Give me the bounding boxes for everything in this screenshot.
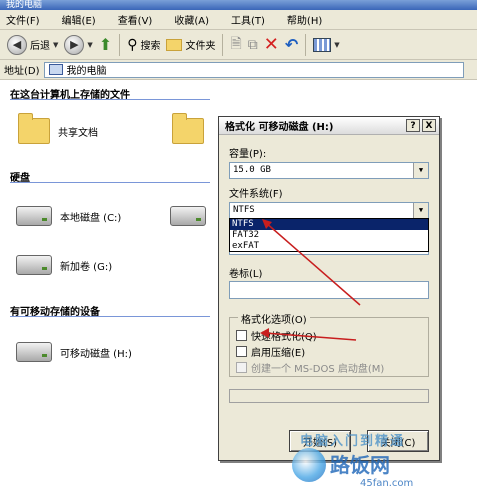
removable-disk-h-item[interactable]: 可移动磁盘 (H:)	[16, 342, 132, 362]
filesystem-dropdown-list: NTFS FAT32 exFAT	[229, 218, 429, 252]
dialog-title: 格式化 可移动磁盘 (H:)	[225, 122, 334, 133]
watermark: 电脑入门到精通 路饭网 45fan.com	[292, 430, 414, 489]
folders-label: 文件夹	[185, 41, 216, 52]
capacity-value: 15.0 GB	[233, 165, 271, 175]
msdos-boot-checkbox: 创建一个 MS-DOS 启动盘(M)	[236, 360, 384, 375]
checkbox-label: 创建一个 MS-DOS 启动盘(M)	[251, 364, 385, 375]
item-label: 共享文档	[58, 127, 98, 139]
chevron-down-icon: ▼	[413, 203, 428, 218]
user-documents-item[interactable]	[172, 113, 204, 144]
watermark-line2: 路饭网	[330, 453, 390, 477]
format-dialog: 格式化 可移动磁盘 (H:) ? X 容量(P): 15.0 GB ▼ 文件系统…	[218, 116, 440, 461]
chevron-down-icon: ▼	[413, 163, 428, 178]
section-divider	[10, 99, 210, 100]
checkbox-label: 启用压缩(E)	[251, 348, 306, 359]
delete-icon: ✕	[263, 34, 279, 55]
back-label: 后退	[30, 41, 50, 52]
undo-button[interactable]: ↶	[282, 33, 301, 57]
views-icon	[313, 37, 332, 52]
folder-icon	[18, 113, 50, 144]
option-ntfs[interactable]: NTFS	[230, 219, 428, 230]
address-value: 我的电脑	[66, 66, 107, 77]
delete-button[interactable]: ✕	[261, 33, 282, 57]
watermark-line3: 45fan.com	[360, 478, 414, 489]
back-arrow-icon: ◀	[7, 34, 27, 55]
move-to-button[interactable]: 🗎	[227, 33, 244, 57]
search-label: 搜索	[140, 41, 161, 52]
menu-help[interactable]: 帮助(H)	[287, 12, 322, 27]
volume-label-input[interactable]	[229, 281, 429, 299]
filesystem-value: NTFS	[233, 205, 255, 215]
volume-label-label: 卷标(L)	[229, 269, 263, 280]
address-field[interactable]: 我的电脑	[43, 61, 464, 78]
watermark-logo-icon	[292, 448, 326, 482]
item-label: 本地磁盘 (C:)	[60, 212, 122, 224]
quick-format-checkbox[interactable]: 快速格式化(Q)	[236, 328, 317, 343]
search-button[interactable]: ⚲ 搜索	[124, 33, 163, 57]
toolbar: ◀ 后退 ▼ ▶ ▼ ⬆ ⚲ 搜索 文件夹 🗎 ⧉ ✕ ↶ ▼	[0, 30, 477, 60]
checkbox-box	[236, 362, 247, 373]
format-options-group: 格式化选项(O) 快速格式化(Q) 启用压缩(E) 创建一个 MS-DOS 启动…	[229, 311, 429, 377]
chevron-down-icon: ▼	[334, 40, 340, 49]
local-disk-c-item[interactable]: 本地磁盘 (C:)	[16, 206, 121, 226]
up-arrow-icon: ⬆	[98, 35, 113, 54]
option-fat32[interactable]: FAT32	[230, 230, 428, 241]
checkbox-box	[236, 346, 247, 357]
menu-edit[interactable]: 编辑(E)	[62, 12, 96, 27]
search-icon: ⚲	[127, 36, 138, 53]
views-button[interactable]: ▼	[310, 33, 342, 57]
format-progress-bar	[229, 389, 429, 403]
hard-disk-d-item[interactable]	[170, 206, 206, 226]
filesystem-label: 文件系统(F)	[229, 189, 283, 200]
toolbar-divider	[305, 33, 307, 56]
section-divider	[10, 316, 210, 317]
back-button[interactable]: ◀ 后退 ▼	[4, 33, 61, 57]
copy-to-icon: ⧉	[247, 36, 258, 53]
hard-drive-icon	[16, 255, 52, 275]
menu-bar: 文件(F) 编辑(E) 查看(V) 收藏(A) 工具(T) 帮助(H)	[0, 10, 477, 30]
menu-file[interactable]: 文件(F)	[6, 12, 40, 27]
up-folder-button[interactable]: ⬆	[96, 33, 115, 57]
format-options-title: 格式化选项(O)	[238, 311, 310, 326]
item-label: 可移动磁盘 (H:)	[60, 348, 132, 360]
removable-drive-icon	[16, 342, 52, 362]
capacity-select[interactable]: 15.0 GB ▼	[229, 162, 429, 179]
forward-arrow-icon: ▶	[64, 34, 85, 55]
chevron-down-icon: ▼	[87, 40, 93, 49]
undo-icon: ↶	[284, 35, 299, 54]
compression-checkbox[interactable]: 启用压缩(E)	[236, 344, 305, 359]
copy-to-button[interactable]: ⧉	[245, 33, 261, 57]
menu-favorites[interactable]: 收藏(A)	[174, 12, 209, 27]
option-exfat[interactable]: exFAT	[230, 241, 428, 252]
folders-button[interactable]: 文件夹	[163, 33, 218, 57]
checkbox-box	[236, 330, 247, 341]
close-x-button[interactable]: X	[422, 119, 436, 132]
window-title: 我的电脑	[0, 0, 477, 10]
dialog-titlebar: 格式化 可移动磁盘 (H:) ? X	[219, 117, 439, 135]
forward-button[interactable]: ▶ ▼	[61, 33, 95, 57]
toolbar-divider	[119, 33, 121, 56]
shared-documents-item[interactable]: 共享文档	[18, 113, 98, 144]
watermark-line1: 电脑入门到精通	[300, 434, 406, 449]
checkbox-label: 快速格式化(Q)	[251, 332, 317, 343]
address-bar: 地址(D) 我的电脑	[0, 60, 477, 80]
section-divider	[10, 182, 210, 183]
filesystem-select[interactable]: NTFS ▼	[229, 202, 429, 219]
move-to-icon: 🗎	[230, 35, 242, 52]
new-volume-g-item[interactable]: 新加卷 (G:)	[16, 255, 112, 275]
item-label: 新加卷 (G:)	[60, 261, 113, 273]
menu-view[interactable]: 查看(V)	[118, 12, 153, 27]
address-label: 地址(D)	[4, 66, 40, 77]
capacity-label: 容量(P):	[229, 149, 267, 160]
hard-drive-icon	[170, 206, 206, 226]
folder-icon	[172, 113, 204, 144]
help-button[interactable]: ?	[406, 119, 420, 132]
chevron-down-icon: ▼	[53, 40, 59, 49]
folder-icon	[166, 38, 183, 51]
computer-icon	[48, 64, 63, 75]
toolbar-divider	[222, 33, 224, 56]
menu-tools[interactable]: 工具(T)	[231, 12, 265, 27]
hard-drive-icon	[16, 206, 52, 226]
